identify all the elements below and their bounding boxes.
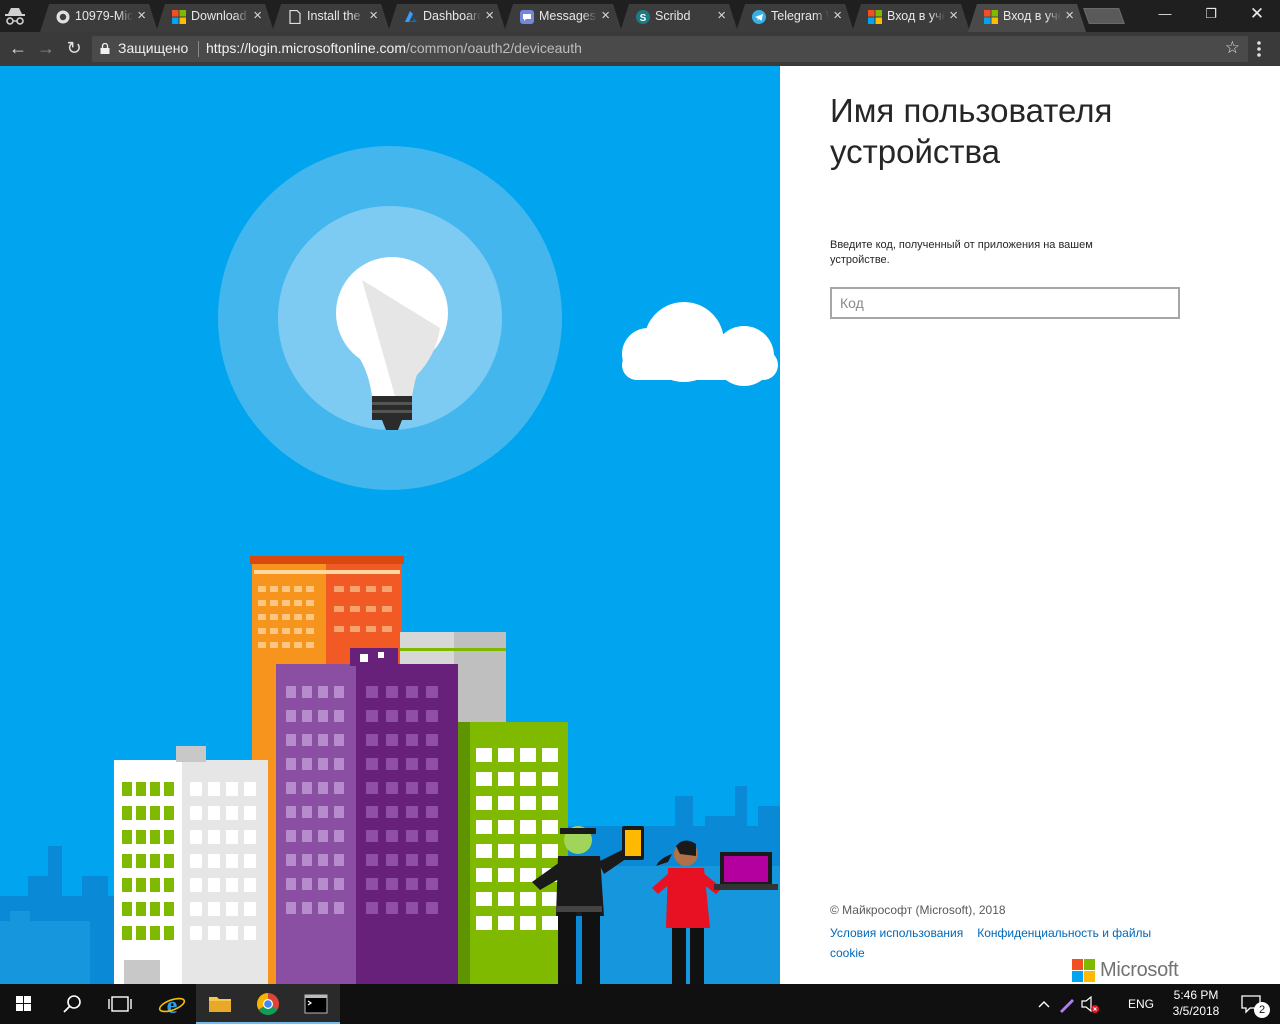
tab-strip: 10979-Mic × Download × Install the × Das… — [0, 0, 1280, 32]
tab-title: Scribd — [655, 9, 691, 23]
action-center-button[interactable]: 2 — [1234, 984, 1274, 1024]
tab-title: Messages — [539, 9, 596, 23]
volume-button[interactable] — [1078, 984, 1102, 1024]
clock[interactable]: 5:46 PM 3/5/2018 — [1166, 984, 1226, 1024]
notification-count-badge: 2 — [1254, 1002, 1270, 1018]
restore-button[interactable]: ❐ — [1188, 0, 1234, 30]
windows-start-icon — [16, 996, 31, 1011]
microsoft-icon — [868, 10, 882, 24]
start-button[interactable] — [0, 984, 48, 1024]
tray-overflow-button[interactable] — [1034, 984, 1054, 1024]
browser-tab[interactable]: 10979-Mic × — [40, 4, 158, 32]
task-view-icon — [108, 996, 132, 1012]
clock-time: 5:46 PM — [1173, 988, 1219, 1002]
telegram-icon — [752, 10, 766, 24]
copyright-text: © Майкрософт (Microsoft), 2018 — [830, 903, 1006, 917]
tab-title: 10979-Mic — [75, 9, 133, 23]
internet-explorer-button[interactable]: e — [148, 984, 196, 1024]
browser-tab[interactable]: S Scribd × — [620, 4, 738, 32]
lock-icon — [100, 43, 110, 54]
close-tab-icon[interactable]: × — [833, 7, 842, 24]
scribd-icon: S — [636, 10, 650, 24]
code-input[interactable] — [830, 287, 1180, 319]
cmd-button[interactable] — [292, 984, 340, 1024]
terms-link[interactable]: Условия использования — [830, 926, 963, 940]
browser-tab[interactable]: Вход в учё × — [852, 4, 970, 32]
bookmark-star-icon[interactable]: ☆ — [1225, 38, 1240, 58]
reload-button[interactable]: ↻ — [62, 37, 86, 61]
tab-title: Вход в учё — [1003, 9, 1061, 23]
browser-tab-active[interactable]: Вход в учё × — [968, 4, 1086, 32]
task-view-button[interactable] — [96, 984, 144, 1024]
microsoft-wordmark: Microsoft — [1100, 959, 1179, 981]
microsoft-icon — [984, 10, 998, 24]
chevron-up-icon — [1038, 1001, 1050, 1008]
close-tab-icon[interactable]: × — [485, 7, 494, 24]
menu-dots-icon[interactable] — [1256, 40, 1262, 58]
microsoft-icon — [172, 10, 186, 24]
search-button[interactable] — [48, 984, 96, 1024]
close-tab-icon[interactable]: × — [949, 7, 958, 24]
tab-title: Вход в учё — [887, 9, 945, 23]
pen-tray-button[interactable] — [1056, 984, 1078, 1024]
address-bar[interactable]: Защищено https://login.microsoftonline.c… — [92, 36, 1248, 62]
url-text[interactable]: https://login.microsoftonline.com/common… — [206, 40, 582, 56]
github-icon — [56, 10, 70, 24]
terminal-icon — [304, 994, 328, 1014]
svg-text:e: e — [167, 993, 178, 1019]
chat-icon — [520, 10, 534, 24]
close-tab-icon[interactable]: × — [717, 7, 726, 24]
internet-explorer-icon: e — [158, 993, 186, 1019]
url-path: /common/oauth2/deviceauth — [405, 40, 582, 56]
clock-date: 3/5/2018 — [1172, 1004, 1220, 1018]
back-button[interactable]: ← — [6, 37, 30, 61]
url-host: https://login.microsoftonline.com — [206, 40, 406, 56]
windows-taskbar: e ENG 5:46 PM 3/5/2018 2 — [0, 984, 1280, 1024]
tab-title: Download — [191, 9, 247, 23]
footer-links: Условия использования Конфиденциальность … — [830, 923, 1170, 963]
close-tab-icon[interactable]: × — [601, 7, 610, 24]
close-tab-icon[interactable]: × — [1065, 7, 1074, 24]
browser-tab[interactable]: Download × — [156, 4, 274, 32]
page-title: Имя пользователя устройства — [830, 92, 1113, 170]
tab-title: Telegram W — [771, 9, 823, 23]
browser-tab[interactable]: Dashboard × — [388, 4, 506, 32]
tab-title: Install the — [307, 9, 361, 23]
new-tab-button[interactable] — [1083, 8, 1125, 24]
file-explorer-button[interactable] — [196, 984, 244, 1024]
volume-muted-icon — [1081, 995, 1099, 1013]
pen-icon — [1060, 999, 1074, 1013]
close-tab-icon[interactable]: × — [369, 7, 378, 24]
instruction-text: Введите код, полученный от приложения на… — [830, 239, 1093, 266]
browser-tab[interactable]: Install the × — [272, 4, 390, 32]
browser-tab[interactable]: Telegram W × — [736, 4, 854, 32]
device-auth-panel: Имя пользователя устройства Введите код,… — [780, 66, 1280, 984]
divider — [198, 41, 199, 57]
chrome-button[interactable] — [244, 984, 292, 1024]
close-tab-icon[interactable]: × — [137, 7, 146, 24]
azure-icon — [404, 10, 418, 24]
security-label: Защищено — [118, 40, 189, 56]
microsoft-logo-icon — [1072, 959, 1095, 982]
page-icon — [288, 10, 302, 24]
browser-toolbar: ← → ↻ Защищено https://login.microsofton… — [0, 32, 1280, 66]
browser-tab[interactable]: Messages × — [504, 4, 622, 32]
tab-title: Dashboard — [423, 9, 481, 23]
close-tab-icon[interactable]: × — [253, 7, 262, 24]
close-window-button[interactable]: ✕ — [1234, 0, 1280, 30]
background-illustration — [0, 66, 780, 984]
forward-button[interactable]: → — [34, 37, 58, 61]
search-icon — [63, 995, 81, 1013]
folder-icon — [209, 997, 231, 1012]
svg-text:S: S — [640, 13, 647, 24]
language-indicator[interactable]: ENG — [1128, 984, 1154, 1024]
city-lightbulb-illustration — [0, 146, 780, 984]
minimize-button[interactable]: — — [1142, 0, 1188, 30]
chrome-icon — [257, 993, 279, 1015]
incognito-icon — [5, 8, 25, 25]
